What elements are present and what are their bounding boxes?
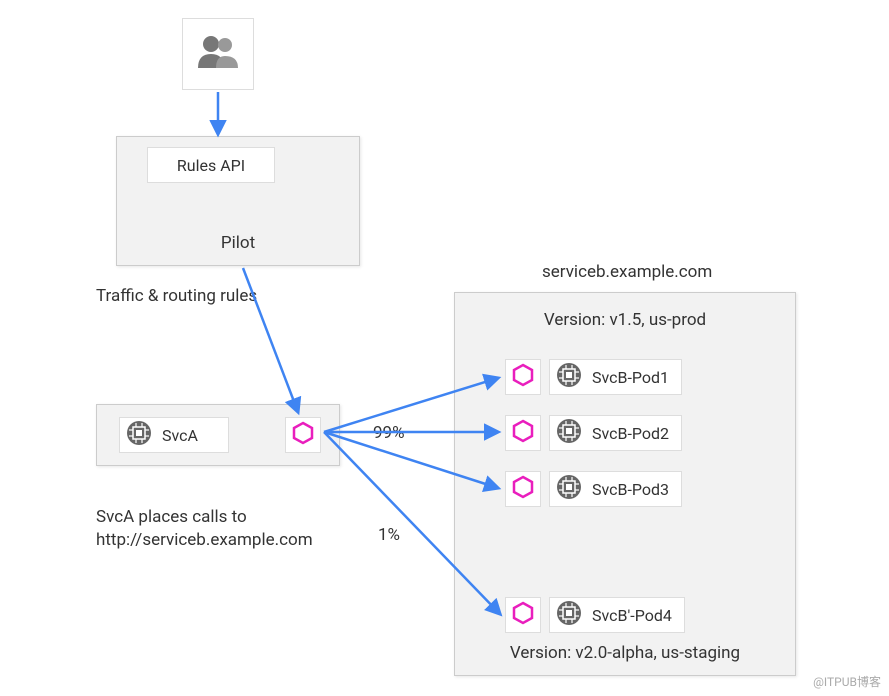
pod1-label: SvcB-Pod1 — [592, 368, 669, 387]
watermark: @ITPUB博客 — [813, 673, 881, 690]
rules-api-box: Rules API — [147, 147, 275, 183]
svca-calls-label: SvcA places calls to http://serviceb.exa… — [96, 506, 356, 552]
pod2-chip-box: SvcB-Pod2 — [549, 415, 682, 451]
hexagon-icon — [511, 363, 535, 391]
chip-icon — [556, 474, 582, 504]
hexagon-icon — [511, 601, 535, 629]
pct1-label: 1% — [378, 524, 400, 547]
svca-box: SvcA — [96, 404, 340, 466]
hexagon-icon — [511, 475, 535, 503]
svca-label: SvcA — [162, 426, 198, 445]
svca-chip-box: SvcA — [119, 417, 229, 453]
pod3-label: SvcB-Pod3 — [592, 480, 669, 499]
pod3-proxy-hex — [505, 471, 541, 507]
chip-icon — [556, 600, 582, 630]
version-staging-label: Version: v2.0-alpha, us-staging — [455, 642, 795, 665]
pod1-proxy-hex — [505, 359, 541, 395]
pod2-proxy-hex — [505, 415, 541, 451]
pod2-label: SvcB-Pod2 — [592, 424, 669, 443]
pod4-chip-box: SvcB'-Pod4 — [549, 597, 685, 633]
svca-proxy-hex — [285, 417, 321, 453]
users-icon — [196, 34, 240, 74]
rules-api-label: Rules API — [177, 156, 245, 175]
pod3-chip-box: SvcB-Pod3 — [549, 471, 682, 507]
hexagon-icon — [511, 419, 535, 447]
hexagon-icon — [291, 421, 315, 449]
serviceb-box: Version: v1.5, us-prod SvcB-Pod1 SvcB-Po… — [454, 292, 796, 676]
traffic-rules-label: Traffic & routing rules — [96, 285, 266, 308]
pct99-label: 99% — [373, 422, 405, 445]
pilot-title: Pilot — [117, 232, 359, 255]
pod4-proxy-hex — [505, 597, 541, 633]
chip-icon — [556, 362, 582, 392]
chip-icon — [556, 418, 582, 448]
pod4-label: SvcB'-Pod4 — [592, 606, 672, 625]
serviceb-host-label: serviceb.example.com — [542, 261, 712, 284]
version-prod-label: Version: v1.5, us-prod — [455, 309, 795, 332]
pilot-box: Rules API Pilot — [116, 136, 360, 266]
pod1-chip-box: SvcB-Pod1 — [549, 359, 682, 395]
chip-icon — [126, 420, 152, 450]
users-icon-box — [182, 18, 254, 90]
